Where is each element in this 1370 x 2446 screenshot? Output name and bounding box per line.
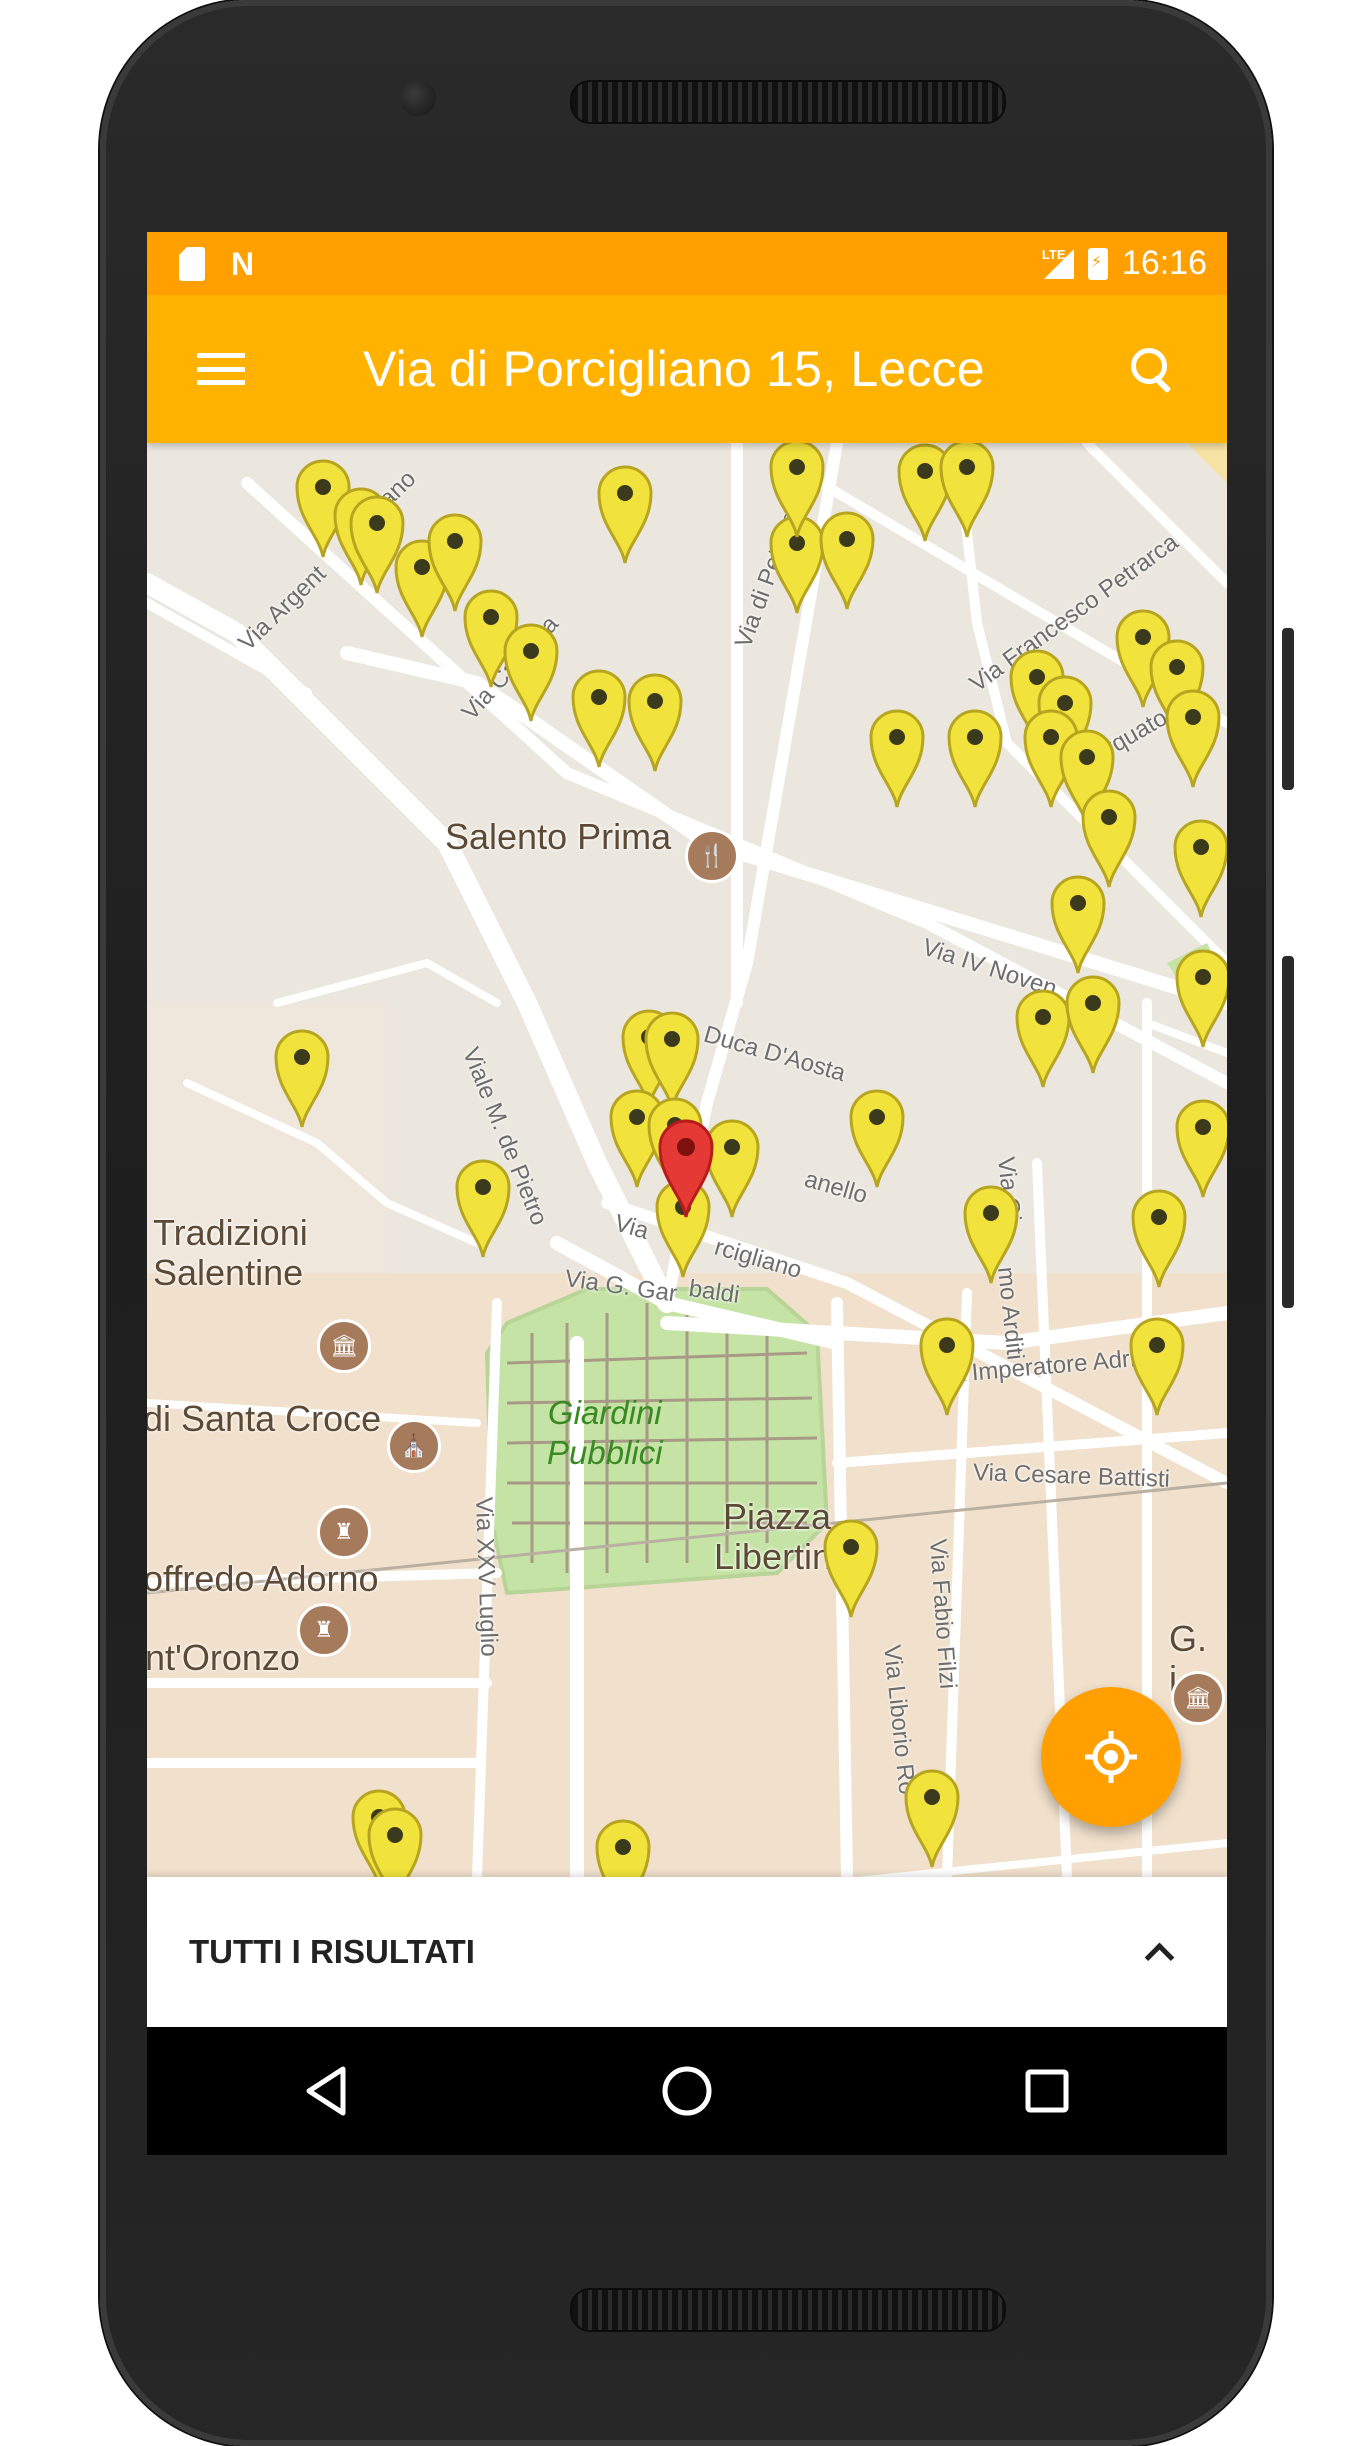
result-pin[interactable] xyxy=(501,619,561,723)
app-bar: Via di Porcigliano 15, Lecce xyxy=(147,295,1227,443)
result-pin[interactable] xyxy=(272,1025,332,1129)
result-pin[interactable] xyxy=(593,1815,653,1877)
result-pin[interactable] xyxy=(847,1085,907,1189)
volume-button xyxy=(1282,956,1294,1308)
result-pin[interactable] xyxy=(365,1803,425,1877)
page-title: Via di Porcigliano 15, Lecce xyxy=(363,341,985,397)
my-location-icon xyxy=(1085,1731,1137,1783)
result-pin[interactable] xyxy=(1173,945,1227,1049)
chevron-up-icon[interactable] xyxy=(1141,1935,1175,1969)
earpiece-speaker xyxy=(570,80,1006,124)
place-label: Tradizioni Salentine xyxy=(153,1212,308,1293)
home-circle-icon[interactable] xyxy=(647,2051,727,2131)
signal-icon: LTE xyxy=(1041,246,1074,279)
tower-icon[interactable]: ♜ xyxy=(317,1505,371,1559)
lte-label: LTE xyxy=(1041,246,1066,262)
menu-icon[interactable] xyxy=(197,349,245,389)
map-view[interactable]: Salento Prima Tradizioni Salentine di Sa… xyxy=(147,443,1227,1877)
place-label: offredo Adorno xyxy=(147,1558,379,1599)
recents-square-icon[interactable] xyxy=(1007,2051,1087,2131)
place-label: Salento Prima xyxy=(445,816,672,857)
result-pin[interactable] xyxy=(902,1765,962,1869)
result-pin[interactable] xyxy=(937,443,997,539)
result-pin[interactable] xyxy=(595,461,655,565)
results-bottom-sheet[interactable]: TUTTI I RISULTATI xyxy=(147,1877,1227,2027)
results-title: TUTTI I RISULTATI xyxy=(189,1933,475,1970)
result-pin[interactable] xyxy=(1129,1185,1189,1289)
museum-icon[interactable]: 🏛 xyxy=(317,1319,371,1373)
result-pin[interactable] xyxy=(625,669,685,773)
power-button xyxy=(1282,628,1294,790)
museum-icon[interactable]: 🏛 xyxy=(1171,1671,1225,1725)
result-pin[interactable] xyxy=(1127,1313,1187,1417)
result-pin[interactable] xyxy=(767,443,827,539)
place-label: nt'Oronzo xyxy=(147,1637,300,1678)
screen: N LTE 16:16 Via di Porcigliano 15, Lecce xyxy=(147,232,1227,2155)
result-pin[interactable] xyxy=(821,1515,881,1619)
selected-location-pin[interactable] xyxy=(656,1115,716,1219)
status-time: 16:16 xyxy=(1121,244,1207,282)
result-pin[interactable] xyxy=(1171,815,1227,919)
result-pin[interactable] xyxy=(453,1155,513,1259)
system-nav-bar xyxy=(147,2027,1227,2155)
park-label: Giardini Pubblici xyxy=(547,1394,663,1471)
poi-icon[interactable]: 🍴 xyxy=(685,829,739,883)
result-pin[interactable] xyxy=(1048,871,1108,975)
place-label: di Santa Croce xyxy=(147,1398,382,1439)
front-camera xyxy=(400,80,436,116)
result-pin[interactable] xyxy=(1063,971,1123,1075)
tower-icon[interactable]: ♜ xyxy=(297,1603,351,1657)
back-triangle-icon[interactable] xyxy=(287,2051,367,2131)
result-pin[interactable] xyxy=(917,1313,977,1417)
result-pin[interactable] xyxy=(961,1181,1021,1285)
n-notification-icon: N xyxy=(231,245,255,282)
result-pin[interactable] xyxy=(945,705,1005,809)
street-label: Via XXV Luglio xyxy=(470,1496,503,1658)
my-location-button[interactable] xyxy=(1041,1687,1181,1827)
search-icon[interactable] xyxy=(1127,344,1177,394)
result-pin[interactable] xyxy=(1173,1095,1227,1199)
church-icon[interactable]: ⛪ xyxy=(387,1419,441,1473)
status-bar: N LTE 16:16 xyxy=(147,232,1227,295)
sd-card-icon xyxy=(179,246,205,281)
bottom-speaker xyxy=(570,2288,1006,2332)
result-pin[interactable] xyxy=(1163,685,1223,789)
result-pin[interactable] xyxy=(569,665,629,769)
battery-charging-icon xyxy=(1087,247,1108,280)
result-pin[interactable] xyxy=(867,705,927,809)
